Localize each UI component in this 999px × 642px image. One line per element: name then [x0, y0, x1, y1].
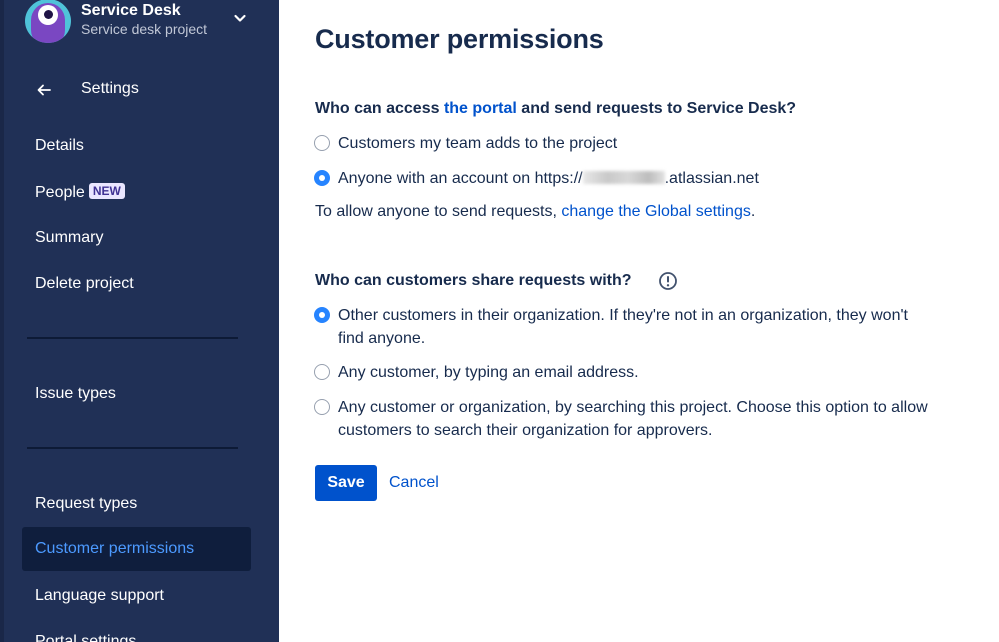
sidebar-item-customer-permissions[interactable]: Customer permissions: [22, 527, 251, 571]
global-settings-note: To allow anyone to send requests, change…: [315, 203, 755, 221]
sidebar-item-label: Summary: [35, 229, 104, 246]
access-question: Who can access the portal and send reque…: [315, 100, 796, 118]
redacted-domain: [582, 171, 665, 184]
note-text: To allow anyone to send requests,: [315, 203, 562, 220]
share-option-search[interactable]: Any customer or organization, by searchi…: [314, 396, 954, 442]
chevron-down-icon[interactable]: [232, 10, 248, 26]
access-option-team[interactable]: Customers my team adds to the project: [314, 132, 954, 156]
access-option-anyone[interactable]: Anyone with an account on https:// .atlas…: [314, 167, 954, 191]
back-to-settings[interactable]: Settings: [36, 78, 236, 102]
access-question-prefix: Who can access: [315, 100, 444, 117]
page-title: Customer permissions: [315, 24, 604, 54]
sidebar-item-label: Request types: [35, 495, 138, 512]
new-badge: NEW: [88, 183, 125, 199]
sidebar-divider: [27, 337, 238, 339]
sidebar-item-label: Language support: [35, 587, 164, 604]
arrow-left-icon: [37, 84, 51, 96]
sidebar-item-delete-project[interactable]: Delete project: [22, 262, 251, 306]
sidebar-item-summary[interactable]: Summary: [22, 216, 251, 260]
portal-link[interactable]: the portal: [444, 100, 517, 117]
save-button[interactable]: Save: [315, 465, 377, 501]
people-label: People: [35, 184, 85, 201]
sidebar: Service Desk Service desk project Settin…: [0, 0, 279, 642]
sidebar-item-label: Details: [35, 137, 84, 154]
access-question-suffix: and send requests to Service Desk?: [516, 100, 797, 117]
main-content: Customer permissions Who can access the …: [279, 0, 999, 642]
monster-avatar-icon: [25, 0, 71, 43]
info-icon[interactable]: [658, 271, 678, 291]
share-option-organization[interactable]: Other customers in their organization. I…: [314, 304, 954, 350]
radio-button[interactable]: [314, 364, 330, 380]
share-question: Who can customers share requests with?: [315, 272, 632, 289]
project-type: Service desk project: [81, 21, 208, 37]
share-option-email[interactable]: Any customer, by typing an email address…: [314, 361, 954, 385]
global-settings-link[interactable]: change the Global settings: [561, 203, 750, 220]
radio-label: Any customer, by typing an email address…: [338, 364, 639, 381]
sidebar-item-details[interactable]: Details: [22, 124, 251, 168]
sidebar-item-label: Portal settings: [35, 633, 137, 642]
sidebar-item-language-support[interactable]: Language support: [22, 574, 251, 618]
sidebar-item-label: People NEW: [35, 183, 125, 202]
cancel-button[interactable]: Cancel: [381, 465, 447, 501]
project-name: Service Desk: [81, 2, 181, 19]
url-prefix: Anyone with an account on https://: [338, 170, 583, 187]
sidebar-item-label: Customer permissions: [35, 540, 195, 557]
radio-label: Other customers in their organization. I…: [338, 307, 908, 347]
radio-label: Any customer or organization, by searchi…: [338, 399, 928, 439]
radio-button[interactable]: [314, 399, 330, 415]
sidebar-item-request-types[interactable]: Request types: [22, 482, 251, 526]
radio-button-checked[interactable]: [314, 170, 330, 186]
url-suffix: .atlassian.net: [664, 170, 759, 187]
radio-label: Anyone with an account on https:// .atlas…: [338, 167, 938, 190]
sidebar-item-issue-types[interactable]: Issue types: [22, 372, 251, 416]
settings-label: Settings: [81, 80, 139, 97]
sidebar-divider: [27, 447, 238, 449]
radio-button-checked[interactable]: [314, 307, 330, 323]
sidebar-item-people[interactable]: People NEW: [22, 170, 251, 214]
sidebar-item-label: Delete project: [35, 275, 134, 292]
project-switcher[interactable]: Service Desk Service desk project: [25, 0, 255, 44]
sidebar-item-label: Issue types: [35, 385, 116, 402]
radio-label: Customers my team adds to the project: [338, 135, 618, 152]
note-end: .: [750, 203, 756, 220]
radio-button[interactable]: [314, 135, 330, 151]
sidebar-item-portal-settings[interactable]: Portal settings: [22, 620, 251, 642]
